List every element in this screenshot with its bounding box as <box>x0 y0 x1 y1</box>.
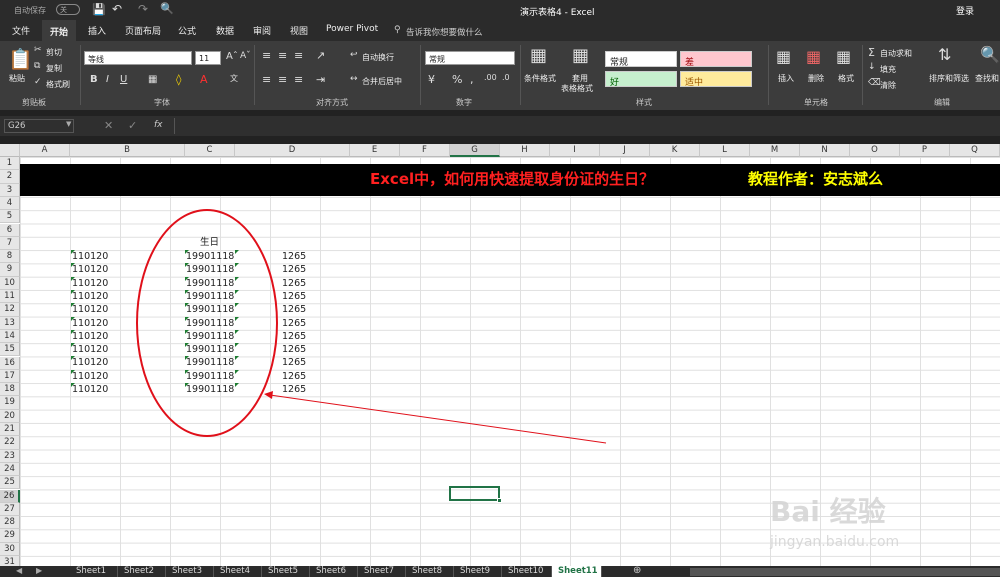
watermark-url: jingyan.baidu.com <box>770 534 900 550</box>
annotation-arrowhead <box>264 391 273 399</box>
watermark-logo: Bai 经验 <box>770 495 886 528</box>
add-sheet-icon[interactable]: ⊕ <box>633 565 641 576</box>
sheet-tab-sheet7[interactable]: Sheet7 <box>358 566 406 577</box>
sheet-tab-sheet11[interactable]: Sheet11 <box>552 566 602 577</box>
horizontal-scrollbar[interactable] <box>690 568 1000 576</box>
sheet-tab-sheet8[interactable]: Sheet8 <box>406 566 454 577</box>
sheet-tab-sheet1[interactable]: Sheet1 <box>70 566 118 577</box>
sheet-tab-sheet10[interactable]: Sheet10 <box>502 566 552 577</box>
scroll-left-icon[interactable]: ◀ <box>16 566 22 575</box>
annotation-ellipse <box>136 209 278 437</box>
sheet-tab-sheet5[interactable]: Sheet5 <box>262 566 310 577</box>
sheet-tab-sheet4[interactable]: Sheet4 <box>214 566 262 577</box>
sheet-tab-sheet6[interactable]: Sheet6 <box>310 566 358 577</box>
sheet-tab-sheet9[interactable]: Sheet9 <box>454 566 502 577</box>
scroll-right-icon[interactable]: ▶ <box>36 566 42 575</box>
sheet-tab-sheet2[interactable]: Sheet2 <box>118 566 166 577</box>
annotation-arrow-line <box>269 394 607 444</box>
sheet-tab-sheet3[interactable]: Sheet3 <box>166 566 214 577</box>
